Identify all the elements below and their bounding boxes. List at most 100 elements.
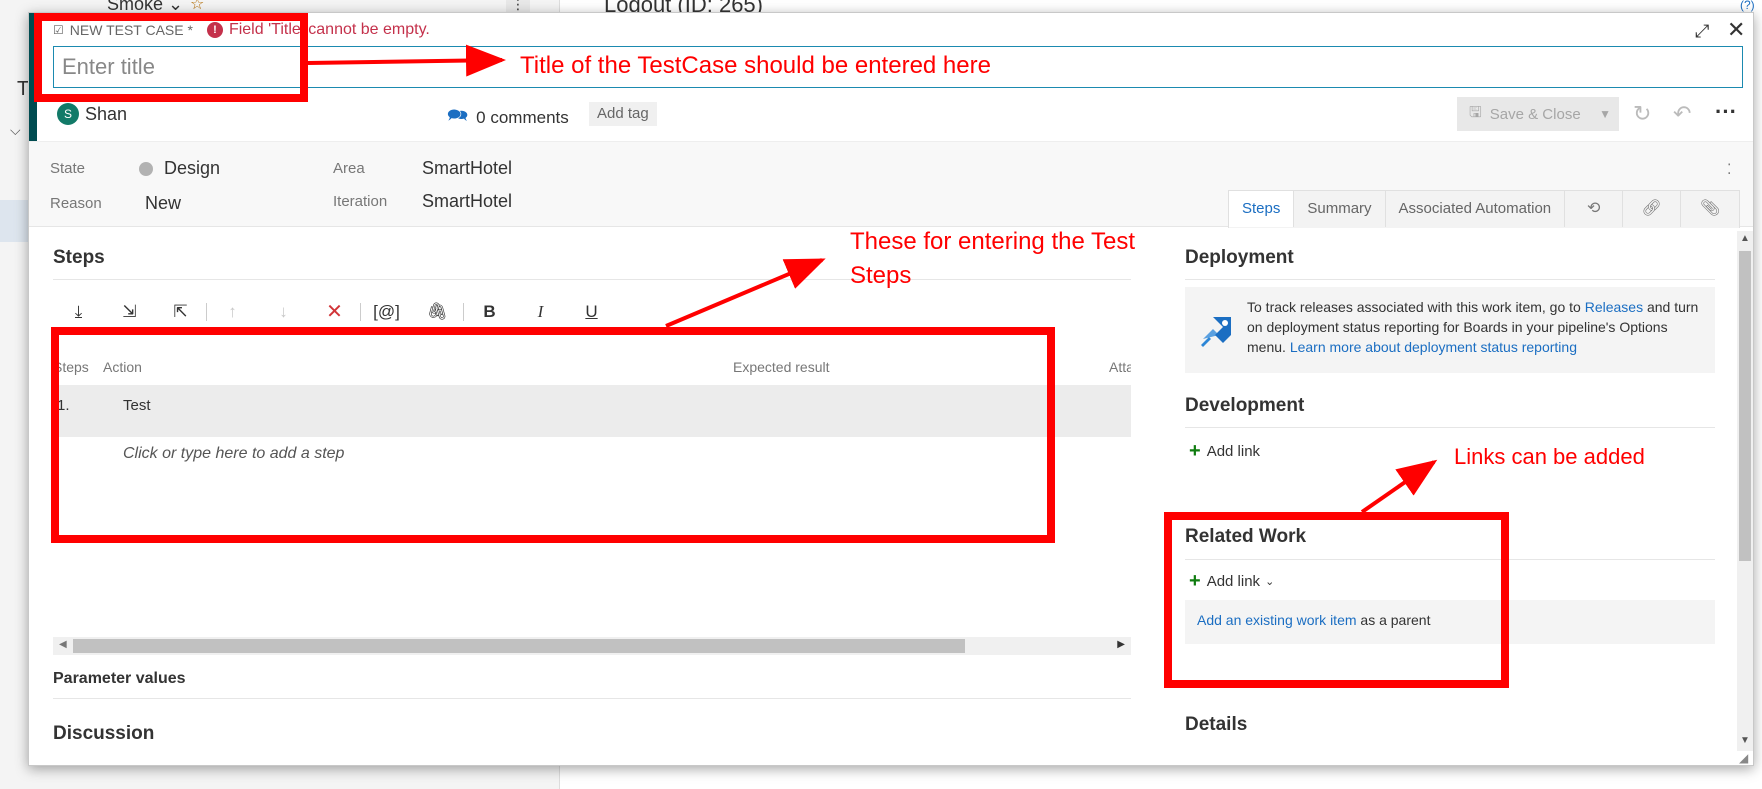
scrollbar-thumb[interactable] bbox=[73, 639, 965, 653]
deployment-icon bbox=[1201, 317, 1231, 347]
learn-more-link[interactable]: Learn more about deployment status repor… bbox=[1290, 339, 1577, 355]
history-icon[interactable]: ⟲ bbox=[1565, 191, 1624, 227]
chevron-down-icon: ⌵ bbox=[10, 122, 21, 138]
add-tag-button[interactable]: Add tag bbox=[589, 102, 657, 126]
author[interactable]: S Shan bbox=[57, 103, 127, 125]
delete-step-icon[interactable]: ✕ bbox=[309, 299, 360, 324]
add-existing-work-item-link[interactable]: Add an existing work item bbox=[1197, 612, 1357, 628]
column-header-action: Action bbox=[103, 359, 142, 375]
state-value[interactable]: Design bbox=[164, 158, 220, 179]
comments-count: 0 comments bbox=[476, 107, 569, 127]
comments-link[interactable]: 🗪 0 comments bbox=[447, 103, 569, 132]
create-shared-steps-icon[interactable]: ⇱ bbox=[155, 302, 206, 322]
bold-icon[interactable]: B bbox=[464, 302, 515, 322]
steps-annotation-text-line2: Steps bbox=[850, 262, 912, 289]
underline-icon[interactable]: U bbox=[566, 302, 617, 322]
plus-icon: + bbox=[1189, 440, 1201, 462]
scrollbar-thumb[interactable] bbox=[1739, 251, 1751, 561]
reason-value[interactable]: New bbox=[145, 193, 181, 214]
state-indicator-dot bbox=[139, 162, 153, 176]
discussion-title: Discussion bbox=[53, 723, 155, 744]
move-down-icon[interactable]: ↓ bbox=[258, 302, 309, 322]
expand-icon[interactable]: ⤢ bbox=[1695, 21, 1709, 42]
iteration-value[interactable]: SmartHotel bbox=[422, 191, 512, 212]
iteration-label: Iteration bbox=[333, 193, 388, 210]
insert-step-icon[interactable]: ⤓ bbox=[53, 302, 104, 322]
undo-icon[interactable]: ↶ bbox=[1673, 101, 1691, 127]
reason-label: Reason bbox=[50, 195, 102, 212]
close-icon[interactable]: ✕ bbox=[1727, 17, 1745, 43]
column-header-attachments: Attachm bbox=[1109, 359, 1131, 375]
fields-more-icon[interactable]: ⁚ bbox=[1727, 161, 1731, 178]
more-actions-icon[interactable]: ··· bbox=[1715, 99, 1737, 125]
development-title: Development bbox=[1185, 395, 1305, 416]
area-label: Area bbox=[333, 160, 365, 177]
attachment-icon[interactable]: 🖇 bbox=[412, 302, 463, 322]
state-label: State bbox=[50, 160, 86, 177]
parameter-values-title: Parameter values bbox=[53, 670, 186, 687]
steps-toolbar: ⤓ ⇲ ⇱ ↑ ↓ ✕ [@] 🖇 B I U bbox=[53, 299, 617, 324]
avatar: S bbox=[57, 103, 79, 125]
italic-icon[interactable]: I bbox=[515, 302, 566, 322]
tab-summary[interactable]: Summary bbox=[1294, 191, 1386, 227]
tab-associated-automation[interactable]: Associated Automation bbox=[1386, 191, 1566, 227]
work-item-type-label: NEW TEST CASE * bbox=[69, 22, 193, 38]
related-work-box: Add an existing work item as a parent bbox=[1185, 600, 1715, 644]
attachment-icon[interactable]: 📎︎ bbox=[1681, 191, 1739, 227]
comment-icon: 🗪 bbox=[447, 106, 469, 125]
move-up-icon[interactable]: ↑ bbox=[207, 302, 258, 322]
parameter-values-divider bbox=[53, 698, 1131, 699]
new-test-case-dialog: ☑ NEW TEST CASE * ! Field 'Title' cannot… bbox=[28, 12, 1754, 766]
development-add-link-button[interactable]: + Add link bbox=[1189, 440, 1260, 463]
add-step-placeholder[interactable]: Click or type here to add a step bbox=[123, 445, 344, 463]
related-work-text: Add an existing work item as a parent bbox=[1197, 612, 1430, 628]
step-action[interactable]: Test bbox=[123, 397, 151, 414]
tab-steps[interactable]: Steps bbox=[1229, 191, 1295, 227]
links-annotation-text: Links can be added bbox=[1454, 444, 1645, 469]
background-selected-row bbox=[0, 200, 30, 242]
dialog-accent-bar bbox=[29, 13, 37, 143]
deployment-info-box: To track releases associated with this w… bbox=[1185, 287, 1715, 373]
help-icon[interactable]: (?) bbox=[1740, 0, 1755, 12]
insert-shared-steps-icon[interactable]: ⇲ bbox=[104, 302, 155, 322]
save-close-button[interactable]: 🖫 Save & Close ▼ bbox=[1457, 97, 1619, 131]
save-icon: 🖫 bbox=[1469, 103, 1482, 121]
deployment-title: Deployment bbox=[1185, 247, 1294, 268]
column-header-steps: Steps bbox=[53, 359, 89, 375]
deployment-text: To track releases associated with this w… bbox=[1247, 299, 1699, 355]
scroll-left-icon[interactable]: ◀ bbox=[59, 639, 67, 650]
author-name: Shan bbox=[85, 103, 128, 124]
related-work-title: Related Work bbox=[1185, 526, 1307, 547]
scroll-down-icon[interactable]: ▼ bbox=[1740, 735, 1750, 746]
step-number: 1. bbox=[57, 397, 70, 414]
insert-parameter-icon[interactable]: [@] bbox=[361, 302, 412, 322]
tab-bar: Steps Summary Associated Automation ⟲ 🔗︎… bbox=[1228, 190, 1741, 228]
steps-divider bbox=[53, 279, 1131, 280]
details-title: Details bbox=[1185, 714, 1248, 735]
scroll-up-icon[interactable]: ▲ bbox=[1740, 233, 1750, 244]
vertical-scrollbar[interactable]: ▲ ▼ bbox=[1737, 231, 1753, 751]
scroll-right-icon[interactable]: ▶ bbox=[1117, 639, 1125, 650]
dialog-header: ☑ NEW TEST CASE * ! Field 'Title' cannot… bbox=[53, 21, 430, 39]
resize-grip-icon[interactable]: ◢ bbox=[1739, 751, 1748, 765]
add-link-label: Add link bbox=[1206, 443, 1261, 460]
error-icon: ! bbox=[206, 22, 223, 38]
deployment-divider bbox=[1185, 279, 1715, 280]
related-work-divider bbox=[1185, 559, 1715, 560]
chevron-down-icon[interactable]: ▼ bbox=[1599, 107, 1611, 121]
test-case-icon: ☑ bbox=[53, 23, 64, 37]
table-row[interactable]: 1. Test bbox=[53, 385, 1131, 437]
save-close-label: Save & Close bbox=[1489, 105, 1581, 123]
releases-link[interactable]: Releases bbox=[1585, 299, 1643, 315]
as-parent-text: as a parent bbox=[1360, 612, 1431, 628]
area-value[interactable]: SmartHotel bbox=[422, 158, 512, 179]
refresh-icon[interactable]: ↻ bbox=[1633, 101, 1651, 127]
plus-icon: + bbox=[1189, 570, 1201, 592]
related-add-link-button[interactable]: + Add link ⌄ bbox=[1189, 570, 1274, 593]
horizontal-scrollbar[interactable]: ◀ ▶ bbox=[53, 637, 1131, 655]
title-annotation-text: Title of the TestCase should be entered … bbox=[520, 52, 991, 79]
column-header-expected-result: Expected result bbox=[733, 359, 830, 375]
chevron-down-icon: ⌄ bbox=[1265, 576, 1275, 588]
link-icon[interactable]: 🔗︎ bbox=[1623, 191, 1682, 227]
steps-section-title: Steps bbox=[53, 247, 105, 268]
